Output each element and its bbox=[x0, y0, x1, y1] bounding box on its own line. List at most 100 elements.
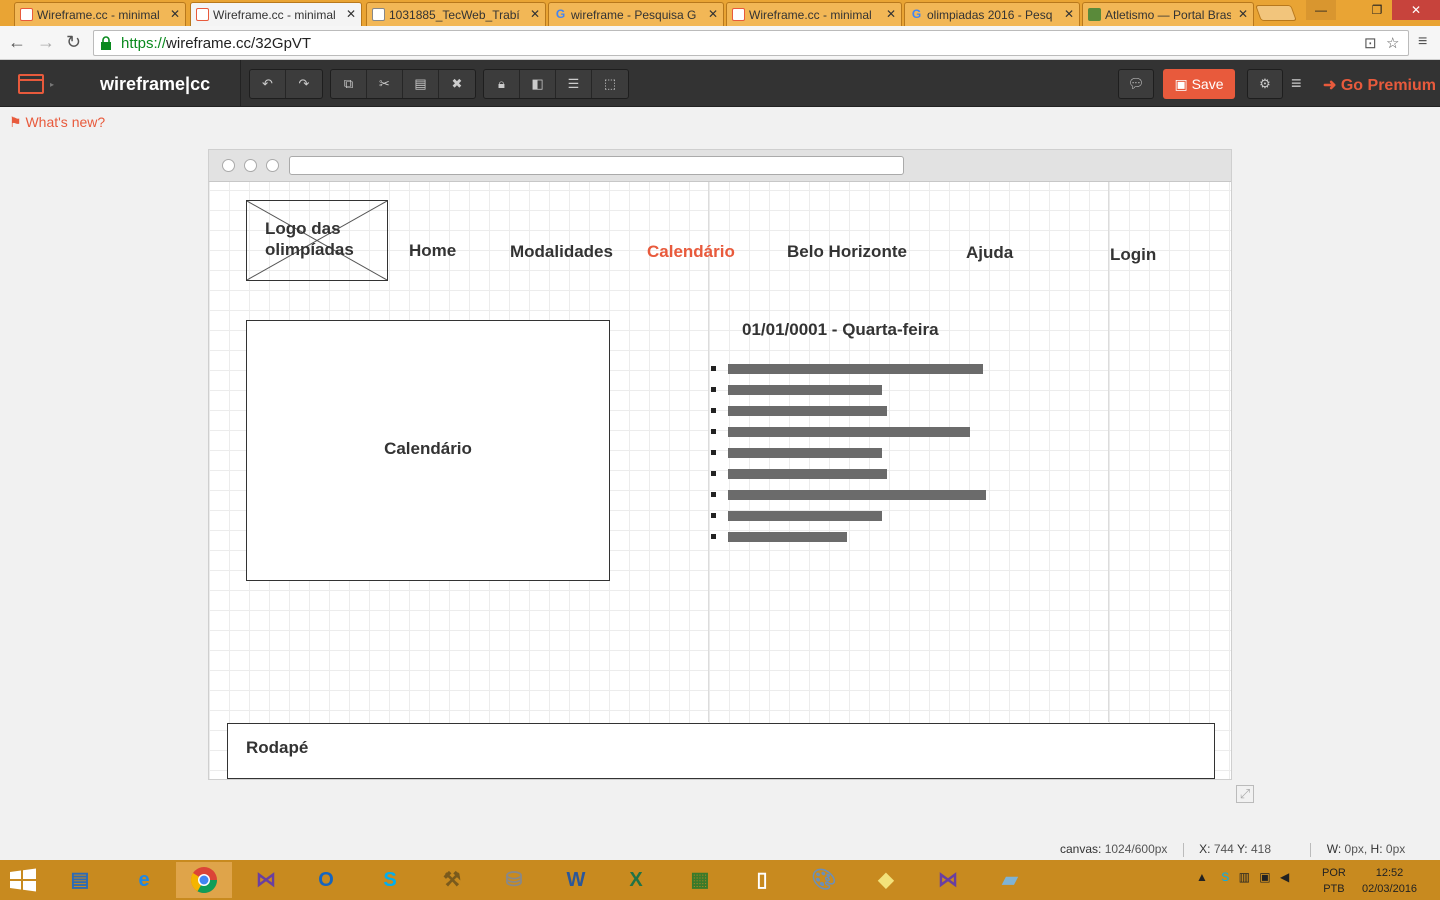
chrome-icon[interactable] bbox=[176, 862, 232, 898]
nav-modalidades[interactable]: Modalidades bbox=[510, 242, 613, 262]
browser-tab[interactable]: 1031885_TecWeb_Trabí ✕ bbox=[366, 2, 546, 26]
cursor-y-label: Y: bbox=[1236, 842, 1248, 856]
document-favicon-icon bbox=[372, 8, 385, 21]
history-group: ↶ ↷ bbox=[249, 69, 323, 99]
redo-icon[interactable]: ↷ bbox=[286, 70, 322, 98]
wireframe-favicon-icon bbox=[732, 8, 745, 21]
new-tab-button[interactable] bbox=[1255, 5, 1297, 21]
visual-studio-2-icon[interactable]: ⋈ bbox=[920, 862, 976, 898]
chrome-menu-icon[interactable]: ≡ bbox=[1418, 33, 1427, 51]
browser-tab[interactable]: Wireframe.cc - minimal ✕ bbox=[726, 2, 902, 26]
undo-icon[interactable]: ↶ bbox=[250, 70, 286, 98]
footer-placeholder[interactable]: Rodapé bbox=[227, 723, 1215, 779]
nav-home[interactable]: Home bbox=[409, 241, 456, 261]
notepad-icon[interactable]: ▯ bbox=[734, 862, 790, 898]
selection-w-label: W: bbox=[1326, 842, 1342, 856]
window-template-icon[interactable] bbox=[18, 74, 44, 94]
url-input[interactable]: https://wireframe.cc/32GpVT ⊡ ☆ bbox=[93, 30, 1409, 56]
tray-volume-icon[interactable]: ◀ bbox=[1280, 870, 1289, 884]
mock-browser-titlebar bbox=[209, 150, 1231, 182]
tab-close-icon[interactable]: ✕ bbox=[1064, 7, 1074, 21]
nav-calendario[interactable]: Calendário bbox=[647, 242, 735, 262]
internet-explorer-icon[interactable]: e bbox=[116, 862, 172, 898]
system-clock[interactable]: 12:52 02/03/2016 bbox=[1362, 865, 1417, 897]
google-favicon-icon: G bbox=[555, 7, 566, 21]
whats-new-link[interactable]: ⚑ What's new? bbox=[9, 114, 105, 131]
browser-tab[interactable]: Wireframe.cc - minimal ✕ bbox=[14, 2, 186, 26]
arrow-right-icon: ➜ bbox=[1323, 77, 1337, 94]
tab-close-icon[interactable]: ✕ bbox=[530, 7, 540, 21]
tab-title: Wireframe.cc - minimal bbox=[749, 8, 872, 22]
project-icon[interactable]: ▦ bbox=[672, 862, 728, 898]
logo-placeholder[interactable]: Logo das olimpíadas bbox=[246, 200, 388, 281]
tray-expand-icon[interactable]: ▲ bbox=[1196, 870, 1208, 884]
file-explorer-icon[interactable]: ▤ bbox=[52, 862, 108, 898]
reload-icon[interactable]: ↻ bbox=[66, 32, 81, 53]
nav-login[interactable]: Login bbox=[1110, 245, 1156, 265]
window-minimize-button[interactable]: — bbox=[1306, 0, 1336, 20]
comment-icon[interactable]: 💬︎ bbox=[1118, 69, 1154, 99]
address-bar: ← → ↻ https://wireframe.cc/32GpVT ⊡ ☆ ≡ bbox=[0, 26, 1440, 60]
calendar-placeholder[interactable]: Calendário bbox=[246, 320, 610, 581]
window-close-button[interactable]: ✕ bbox=[1392, 0, 1440, 20]
windows-start-icon[interactable] bbox=[8, 868, 38, 892]
cbat-favicon-icon bbox=[1088, 8, 1101, 21]
back-arrow-icon[interactable]: ← bbox=[8, 32, 26, 53]
tab-close-icon[interactable]: ✕ bbox=[346, 7, 356, 21]
paste-icon[interactable]: ▤ bbox=[403, 70, 439, 98]
window-restore-button[interactable]: ❐ bbox=[1362, 0, 1392, 20]
lock-icon bbox=[101, 36, 111, 50]
bring-front-icon[interactable]: ◧ bbox=[520, 70, 556, 98]
document-viewer-icon[interactable]: ▰ bbox=[982, 862, 1038, 898]
tab-close-icon[interactable]: ✕ bbox=[170, 7, 180, 21]
input-language[interactable]: POR PTB bbox=[1322, 865, 1346, 897]
tray-skype-icon[interactable]: S bbox=[1221, 870, 1229, 884]
outlook-icon[interactable]: O bbox=[298, 862, 354, 898]
logo-text: Logo das olimpíadas bbox=[265, 219, 354, 259]
system-tray: ▲ S ▥ ▣ ◀ bbox=[1196, 870, 1289, 884]
copy-icon[interactable]: ⧉ bbox=[331, 70, 367, 98]
tab-title: Wireframe.cc - minimal bbox=[37, 8, 160, 22]
tools-icon[interactable]: ⚒ bbox=[424, 862, 480, 898]
nav-ajuda[interactable]: Ajuda bbox=[966, 243, 1013, 263]
word-icon[interactable]: W bbox=[548, 862, 604, 898]
go-premium-link[interactable]: ➜ Go Premium bbox=[1323, 75, 1436, 95]
mock-window-dot bbox=[222, 159, 235, 172]
tab-close-icon[interactable]: ✕ bbox=[1238, 7, 1248, 21]
tray-network-icon[interactable]: ▥ bbox=[1239, 870, 1250, 884]
expand-canvas-icon[interactable]: ⤢ bbox=[1236, 785, 1254, 803]
align-icon[interactable]: ☰ bbox=[556, 70, 592, 98]
excel-icon[interactable]: X bbox=[608, 862, 664, 898]
cursor-x-value: 744 bbox=[1213, 842, 1234, 856]
skype-icon[interactable]: S bbox=[362, 862, 418, 898]
status-bar: canvas: 1024/600px X: 744 Y: 418 W: 0px,… bbox=[1060, 842, 1405, 857]
share-settings-icon[interactable]: ⚙ bbox=[1247, 69, 1283, 99]
delete-icon[interactable]: ✖ bbox=[439, 70, 475, 98]
save-floppy-icon: ▣ bbox=[1174, 76, 1188, 92]
cut-icon[interactable]: ✂ bbox=[367, 70, 403, 98]
browser-tab-active[interactable]: Wireframe.cc - minimal ✕ bbox=[190, 2, 362, 26]
tab-close-icon[interactable]: ✕ bbox=[708, 7, 718, 21]
browser-tab-strip: Wireframe.cc - minimal ✕ Wireframe.cc - … bbox=[0, 0, 1440, 26]
visual-studio-icon[interactable]: ⋈ bbox=[238, 862, 294, 898]
lock-element-icon[interactable]: 🔒︎ bbox=[484, 70, 520, 98]
canvas-size-value: 1024/600px bbox=[1104, 842, 1168, 856]
browser-tab[interactable]: G olimpiadas 2016 - Pesq ✕ bbox=[904, 2, 1080, 26]
nav-belo-horizonte[interactable]: Belo Horizonte bbox=[787, 242, 907, 262]
group-icon[interactable]: ⬚ bbox=[592, 70, 628, 98]
wireframe-canvas[interactable]: Logo das olimpíadas Home Modalidades Cal… bbox=[208, 149, 1232, 780]
browser-tab[interactable]: Atletismo — Portal Bras ✕ bbox=[1082, 2, 1254, 26]
tab-close-icon[interactable]: ✕ bbox=[886, 7, 896, 21]
sticky-notes-icon[interactable]: ◆ bbox=[858, 862, 914, 898]
tray-devices-icon[interactable]: ▣ bbox=[1259, 870, 1270, 884]
forward-arrow-icon[interactable]: → bbox=[37, 32, 55, 53]
browser-tab[interactable]: G wireframe - Pesquisa G ✕ bbox=[548, 2, 724, 26]
hamburger-menu-icon[interactable]: ≡ bbox=[1291, 73, 1302, 94]
database-icon[interactable]: ⛁ bbox=[486, 862, 542, 898]
save-button[interactable]: ▣ Save bbox=[1163, 69, 1235, 99]
translate-icon[interactable]: ⊡ bbox=[1364, 34, 1377, 52]
caret-icon[interactable]: ▸ bbox=[50, 80, 54, 89]
paint-icon[interactable]: 🎨︎ bbox=[796, 862, 852, 898]
url-text: https://wireframe.cc/32GpVT bbox=[121, 35, 312, 52]
bookmark-star-icon[interactable]: ☆ bbox=[1386, 34, 1399, 52]
